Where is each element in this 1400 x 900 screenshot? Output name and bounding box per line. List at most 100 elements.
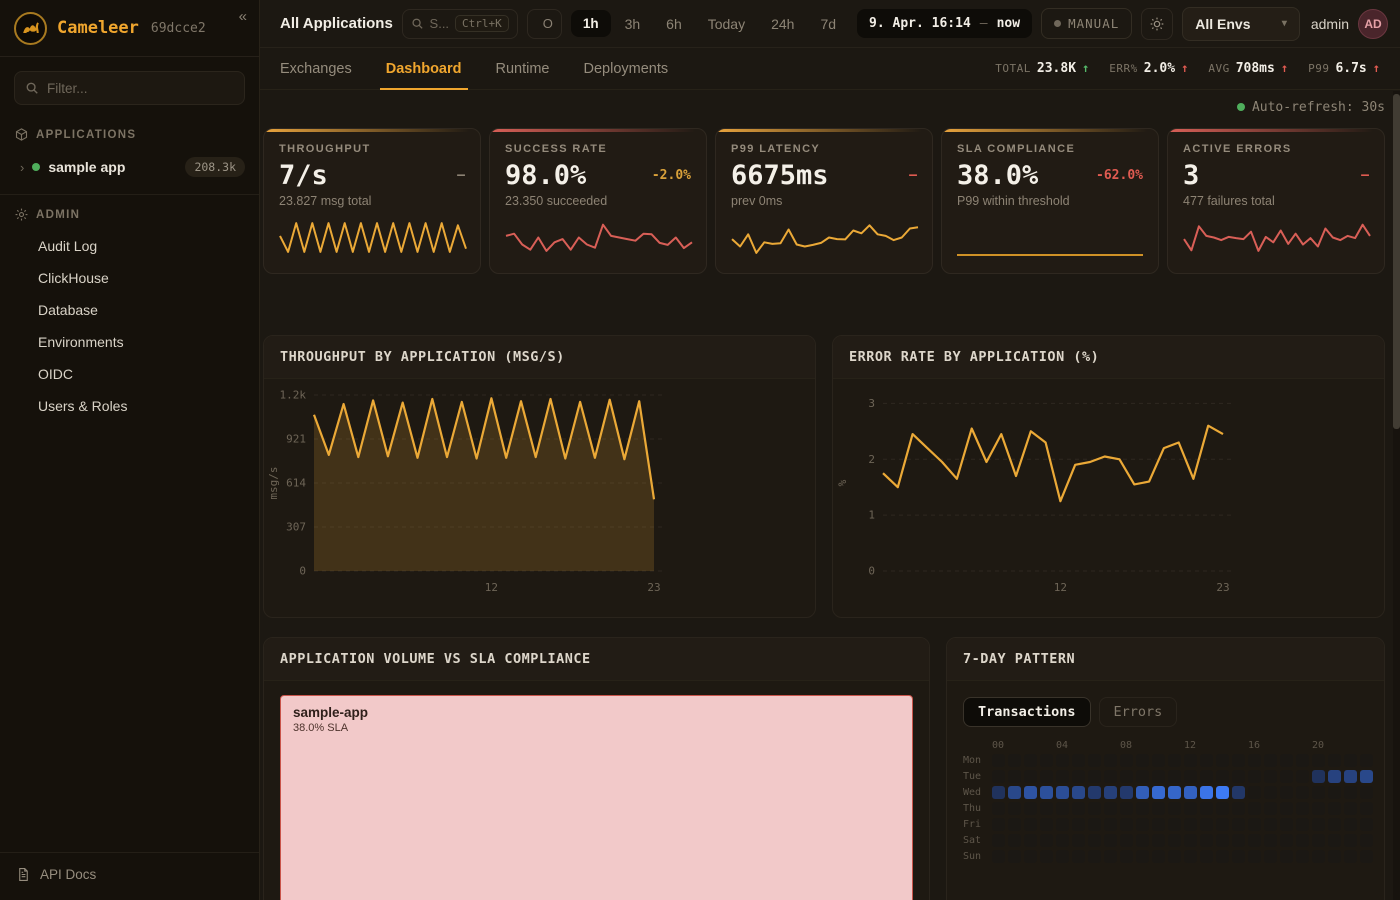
heatmap-cell[interactable] (1264, 834, 1277, 847)
heatmap-cell[interactable] (1280, 802, 1293, 815)
avatar[interactable]: AD (1358, 9, 1388, 39)
heatmap-tab-transactions[interactable]: Transactions (963, 697, 1091, 727)
heatmap-cell[interactable] (1152, 770, 1165, 783)
heatmap-cell[interactable] (1248, 754, 1261, 767)
heatmap-cell[interactable] (1296, 754, 1309, 767)
heatmap-cell[interactable] (1328, 850, 1341, 863)
heatmap-cell[interactable] (1168, 754, 1181, 767)
heatmap-cell[interactable] (1088, 850, 1101, 863)
heatmap-cell[interactable] (1296, 850, 1309, 863)
heatmap-cell[interactable] (1248, 786, 1261, 799)
heatmap-cell[interactable] (1328, 770, 1341, 783)
heatmap-cell[interactable] (1104, 802, 1117, 815)
heatmap-cell[interactable] (1360, 754, 1373, 767)
heatmap-cell[interactable] (1216, 802, 1229, 815)
heatmap-cell[interactable] (1120, 834, 1133, 847)
heatmap-cell[interactable] (1296, 818, 1309, 831)
heatmap-cell[interactable] (1264, 786, 1277, 799)
heatmap-cell[interactable] (1152, 754, 1165, 767)
heatmap-cell[interactable] (1184, 754, 1197, 767)
heatmap-cell[interactable] (1232, 818, 1245, 831)
heatmap-cell[interactable] (1168, 834, 1181, 847)
heatmap-cell[interactable] (1008, 786, 1021, 799)
heatmap-cell[interactable] (1136, 770, 1149, 783)
sidebar-item-database[interactable]: Database (0, 294, 259, 326)
heatmap-cell[interactable] (1360, 850, 1373, 863)
heatmap-cell[interactable] (1168, 818, 1181, 831)
heatmap-cell[interactable] (1232, 802, 1245, 815)
heatmap-cell[interactable] (1232, 754, 1245, 767)
heatmap-cell[interactable] (1120, 818, 1133, 831)
heatmap-cell[interactable] (1296, 802, 1309, 815)
heatmap-cell[interactable] (992, 786, 1005, 799)
tab-runtime[interactable]: Runtime (496, 48, 550, 89)
time-range-display[interactable]: 9. Apr. 16:14 – now (857, 9, 1032, 38)
time-range-6h[interactable]: 6h (654, 10, 694, 38)
chevron-right-icon[interactable]: › (20, 160, 24, 175)
heatmap-cell[interactable] (1136, 754, 1149, 767)
heatmap-cell[interactable] (1344, 786, 1357, 799)
heatmap-cell[interactable] (992, 754, 1005, 767)
heatmap-cell[interactable] (1248, 834, 1261, 847)
heatmap-cell[interactable] (1056, 770, 1069, 783)
filter-input[interactable]: Filter... (14, 71, 245, 105)
heatmap-cell[interactable] (992, 802, 1005, 815)
heatmap-cell[interactable] (1232, 770, 1245, 783)
heatmap-cell[interactable] (992, 834, 1005, 847)
heatmap-cell[interactable] (1328, 754, 1341, 767)
sidebar-item-audit-log[interactable]: Audit Log (0, 230, 259, 262)
heatmap-cell[interactable] (992, 850, 1005, 863)
heatmap-cell[interactable] (1264, 818, 1277, 831)
heatmap-cell[interactable] (1360, 818, 1373, 831)
sidebar-item-oidc[interactable]: OIDC (0, 358, 259, 390)
kpi-card-active-errors[interactable]: ACTIVE ERRORS3–477 failures total (1167, 128, 1385, 274)
sidebar-item-clickhouse[interactable]: ClickHouse (0, 262, 259, 294)
heatmap-cell[interactable] (1216, 818, 1229, 831)
kpi-card-p99-latency[interactable]: P99 LATENCY6675ms–prev 0ms (715, 128, 933, 274)
heatmap-cell[interactable] (1184, 834, 1197, 847)
heatmap-cell[interactable] (1328, 786, 1341, 799)
vertical-scrollbar[interactable] (1393, 91, 1400, 900)
heatmap-cell[interactable] (1216, 786, 1229, 799)
tab-dashboard[interactable]: Dashboard (386, 48, 462, 89)
kpi-card-success-rate[interactable]: SUCCESS RATE98.0%-2.0%23.350 succeeded (489, 128, 707, 274)
heatmap-cell[interactable] (1136, 850, 1149, 863)
heatmap-cell[interactable] (1056, 818, 1069, 831)
heatmap-cell[interactable] (1104, 754, 1117, 767)
heatmap-cell[interactable] (1312, 786, 1325, 799)
theme-toggle-button[interactable] (1141, 8, 1173, 40)
heatmap-cell[interactable] (1040, 802, 1053, 815)
heatmap-cell[interactable] (1056, 754, 1069, 767)
sidebar-item-sample-app[interactable]: › sample app 208.3k (0, 150, 259, 184)
heatmap-cell[interactable] (1040, 834, 1053, 847)
heatmap-cell[interactable] (1152, 850, 1165, 863)
heatmap-cell[interactable] (1312, 802, 1325, 815)
heatmap-cell[interactable] (1232, 850, 1245, 863)
heatmap-cell[interactable] (1072, 802, 1085, 815)
heatmap-cell[interactable] (1136, 834, 1149, 847)
heatmap-cell[interactable] (1072, 786, 1085, 799)
time-range-today[interactable]: Today (696, 10, 757, 38)
kpi-card-sla-compliance[interactable]: SLA COMPLIANCE38.0%-62.0%P99 within thre… (941, 128, 1159, 274)
heatmap-cell[interactable] (1200, 818, 1213, 831)
heatmap-cell[interactable] (1088, 802, 1101, 815)
heatmap-cell[interactable] (1104, 818, 1117, 831)
heatmap-cell[interactable] (1328, 834, 1341, 847)
heatmap-cell[interactable] (1040, 850, 1053, 863)
heatmap-cell[interactable] (1344, 850, 1357, 863)
heatmap-cell[interactable] (1216, 754, 1229, 767)
heatmap-cell[interactable] (1184, 818, 1197, 831)
heatmap-cell[interactable] (1120, 754, 1133, 767)
kpi-card-throughput[interactable]: THROUGHPUT7/s–23.827 msg total (263, 128, 481, 274)
heatmap-cell[interactable] (1024, 834, 1037, 847)
heatmap-cell[interactable] (1168, 850, 1181, 863)
heatmap-cell[interactable] (1184, 850, 1197, 863)
heatmap-cell[interactable] (1024, 770, 1037, 783)
manual-refresh-button[interactable]: MANUAL (1041, 8, 1132, 39)
heatmap-cell[interactable] (1232, 786, 1245, 799)
heatmap-cell[interactable] (1248, 818, 1261, 831)
tab-exchanges[interactable]: Exchanges (280, 48, 352, 89)
heatmap-cell[interactable] (1072, 770, 1085, 783)
heatmap-cell[interactable] (1104, 786, 1117, 799)
heatmap-cell[interactable] (1264, 802, 1277, 815)
